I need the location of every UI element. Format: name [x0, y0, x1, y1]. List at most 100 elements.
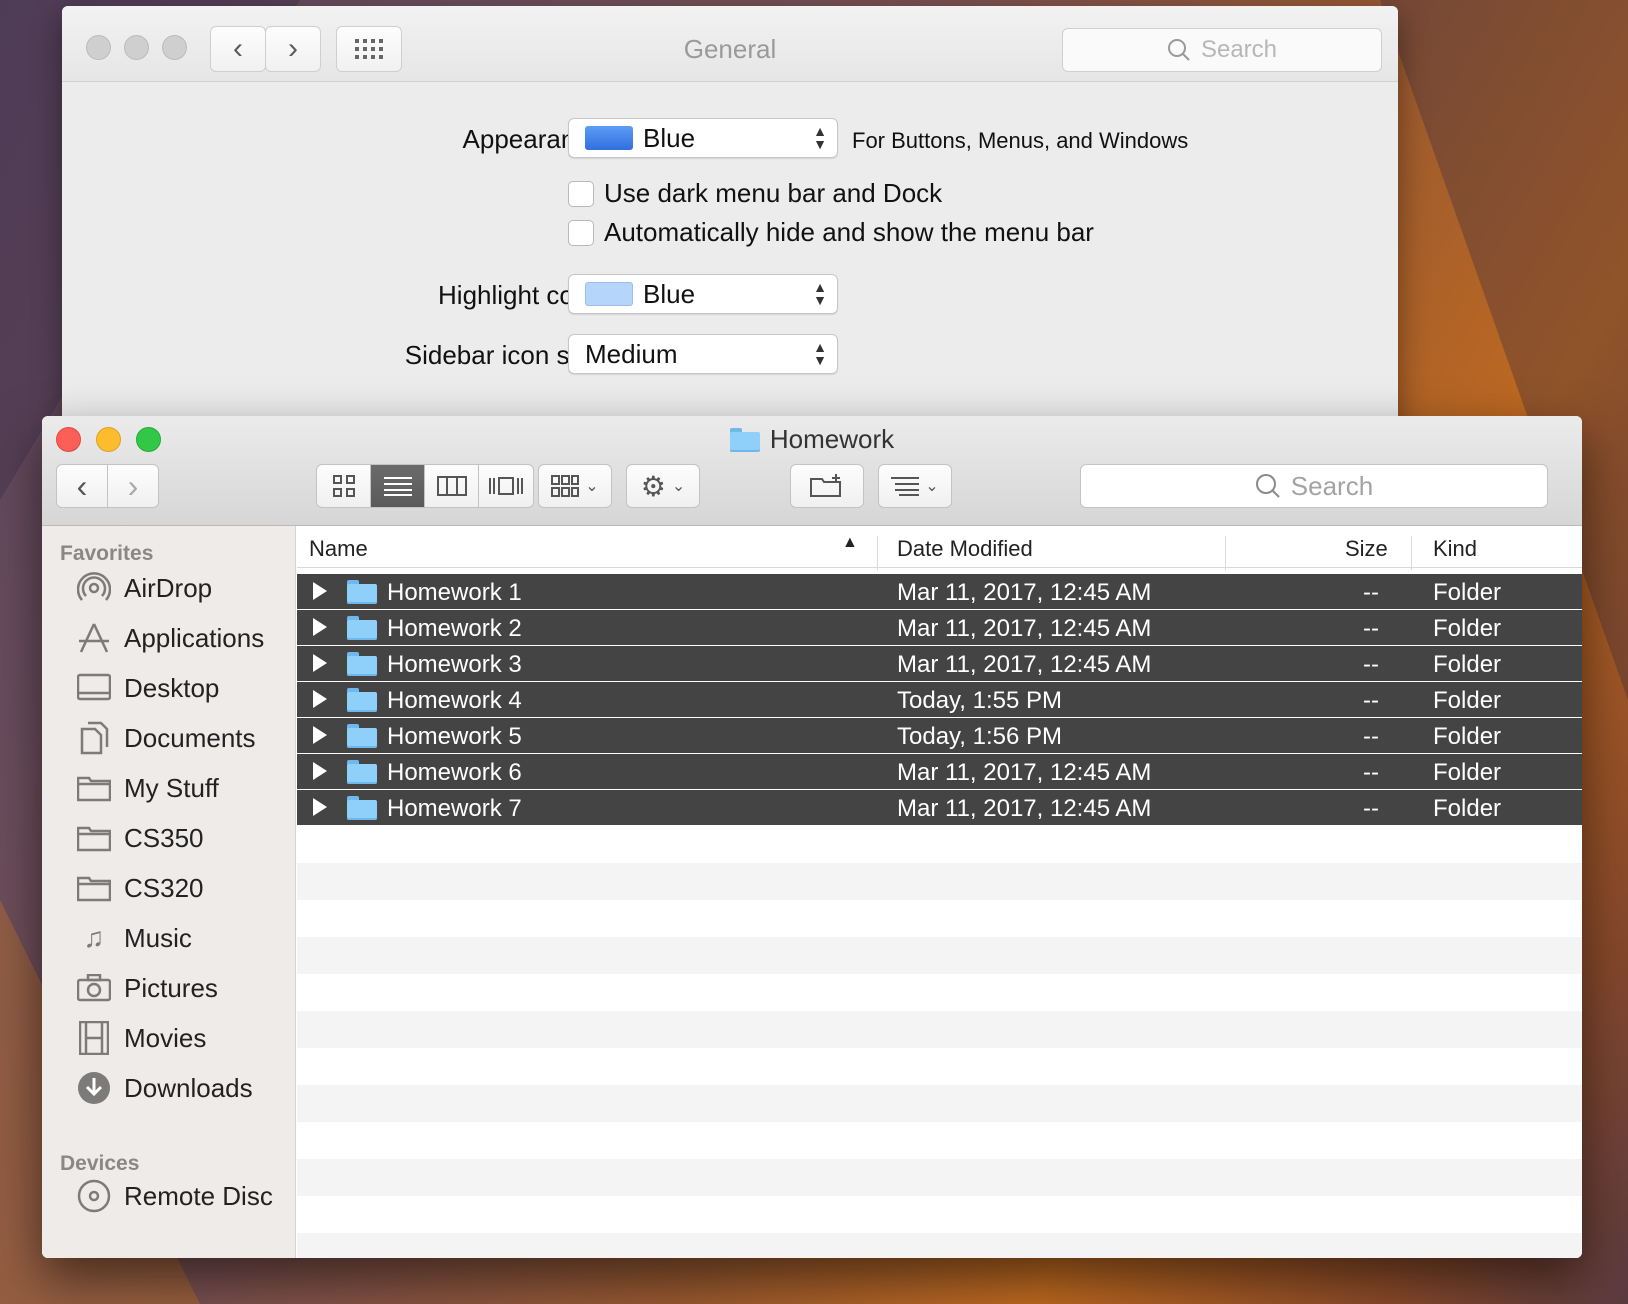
sidebar-item-applications[interactable]: Applications: [76, 618, 264, 658]
table-row[interactable]: Homework 7 Mar 11, 2017, 12:45 AM -- Fol…: [297, 790, 1582, 826]
documents-icon: [76, 721, 112, 755]
sidebar-item-label: Pictures: [124, 972, 218, 1003]
gear-icon: ⚙: [640, 470, 666, 502]
row-kind: Folder: [1433, 723, 1502, 750]
arrange-button[interactable]: ⌄: [538, 464, 612, 508]
highlight-popup[interactable]: Blue ▲ ▼: [568, 274, 838, 314]
empty-row: [297, 1122, 1582, 1159]
appearance-popup[interactable]: Blue ▲ ▼: [568, 118, 838, 158]
column-view-button[interactable]: [425, 465, 479, 507]
table-row[interactable]: Homework 1 Mar 11, 2017, 12:45 AM -- Fol…: [297, 574, 1582, 610]
sidebar-item-documents[interactable]: Documents: [76, 718, 256, 758]
empty-row: [297, 1085, 1582, 1122]
row-kind: Folder: [1433, 687, 1502, 714]
disclosure-triangle-icon[interactable]: [313, 726, 327, 744]
sidebar-item-desktop[interactable]: Desktop: [76, 668, 219, 708]
list-view-button[interactable]: [371, 465, 425, 507]
column-kind[interactable]: Kind: [1433, 536, 1477, 562]
sidebar-item-downloads[interactable]: Downloads: [76, 1068, 253, 1108]
row-size: --: [1363, 759, 1379, 786]
sidebar-item-label: Applications: [124, 622, 265, 653]
search-icon: [1255, 474, 1280, 498]
group-list-icon: [891, 477, 920, 496]
disclosure-triangle-icon[interactable]: [313, 798, 327, 816]
icon-view-button[interactable]: [317, 465, 371, 507]
action-button[interactable]: ⚙ ⌄: [626, 464, 700, 508]
folder-icon: [347, 724, 377, 755]
icon-view-icon: [332, 475, 355, 497]
sidebar-icon-size-popup[interactable]: Medium ▲ ▼: [568, 334, 838, 374]
finder-title: Homework: [42, 424, 1582, 455]
row-size: --: [1363, 795, 1379, 822]
sidebar-item-cs350[interactable]: CS350: [76, 818, 204, 858]
sidebar-item-label: CS320: [124, 872, 204, 903]
search-field[interactable]: Search: [1062, 28, 1382, 72]
dark-menu-checkbox-row[interactable]: Use dark menu bar and Dock: [568, 178, 942, 209]
table-row[interactable]: Homework 2 Mar 11, 2017, 12:45 AM -- Fol…: [297, 610, 1582, 646]
cover-flow-button[interactable]: [479, 465, 533, 507]
back-button[interactable]: ‹: [56, 464, 108, 508]
sidebar-item-airdrop[interactable]: AirDrop: [76, 568, 212, 608]
dark-menu-checkbox[interactable]: [568, 180, 594, 207]
finder-search-field[interactable]: Search: [1080, 464, 1548, 508]
folder-icon: [76, 872, 112, 904]
forward-button[interactable]: ›: [107, 464, 159, 508]
sidebar-icon-size-label: Sidebar icon size:: [404, 340, 610, 370]
desktop-icon: [76, 672, 112, 704]
view-mode-segmented[interactable]: [316, 464, 534, 508]
empty-row: [297, 826, 1582, 863]
empty-row: [297, 900, 1582, 937]
sidebar-item-my-stuff[interactable]: My Stuff: [76, 768, 219, 808]
folder-icon: [347, 796, 377, 827]
row-date: Mar 11, 2017, 12:45 AM: [897, 795, 1152, 822]
table-row[interactable]: Homework 3 Mar 11, 2017, 12:45 AM -- Fol…: [297, 646, 1582, 682]
sidebar-item-label: Remote Disc: [124, 1180, 273, 1211]
column-name[interactable]: Name: [309, 536, 368, 562]
folder-icon: [76, 772, 112, 804]
prefs-titlebar: ‹ › General Search: [62, 6, 1398, 82]
sidebar-item-label: CS350: [124, 822, 204, 853]
auto-hide-checkbox-row[interactable]: Automatically hide and show the menu bar: [568, 217, 1094, 248]
column-size[interactable]: Size: [1345, 536, 1388, 562]
folder-icon: [347, 652, 377, 683]
row-name: Homework 1: [387, 579, 522, 606]
sidebar-item-music[interactable]: ♫ Music: [76, 918, 192, 958]
sidebar-item-remote-disc[interactable]: Remote Disc: [76, 1176, 273, 1216]
row-date: Mar 11, 2017, 12:45 AM: [897, 579, 1152, 606]
sidebar-item-pictures[interactable]: Pictures: [76, 968, 218, 1008]
appearance-swatch: [585, 126, 633, 150]
disclosure-triangle-icon[interactable]: [313, 582, 327, 600]
disclosure-triangle-icon[interactable]: [313, 654, 327, 672]
search-placeholder: Search: [1200, 36, 1278, 63]
applications-icon: [76, 622, 112, 654]
finder-sidebar: Favorites AirDrop Applications Desktop D…: [42, 526, 296, 1258]
row-kind: Folder: [1433, 759, 1502, 786]
table-row[interactable]: Homework 6 Mar 11, 2017, 12:45 AM -- Fol…: [297, 754, 1582, 790]
table-row[interactable]: Homework 4 Today, 1:55 PM -- Folder: [297, 682, 1582, 718]
empty-row: [297, 1233, 1582, 1258]
row-name: Homework 7: [387, 795, 522, 822]
appearance-note: For Buttons, Menus, and Windows: [852, 128, 1189, 153]
favorites-header: Favorites: [60, 542, 154, 565]
column-view-icon: [436, 476, 467, 496]
sidebar-item-movies[interactable]: Movies: [76, 1018, 206, 1058]
row-name: Homework 4: [387, 687, 522, 714]
appearance-label: Appearance:: [462, 124, 610, 154]
finder-toolbar: Homework ‹ › ⌄ ⚙ ⌄ ⌄ Search: [42, 416, 1582, 526]
auto-hide-label: Automatically hide and show the menu bar: [604, 217, 1094, 247]
table-row[interactable]: Homework 5 Today, 1:56 PM -- Folder: [297, 718, 1582, 754]
file-rows: Homework 1 Mar 11, 2017, 12:45 AM -- Fol…: [297, 574, 1582, 1258]
finder-title-text: Homework: [769, 424, 895, 454]
sidebar-item-label: Desktop: [124, 672, 220, 703]
auto-hide-checkbox[interactable]: [568, 219, 594, 246]
disclosure-triangle-icon[interactable]: [313, 690, 327, 708]
row-name: Homework 6: [387, 759, 522, 786]
disclosure-triangle-icon[interactable]: [313, 762, 327, 780]
sidebar-item-cs320[interactable]: CS320: [76, 868, 204, 908]
new-folder-button[interactable]: [790, 464, 864, 508]
arrange-icon: [551, 475, 580, 497]
row-kind: Folder: [1433, 579, 1502, 606]
disclosure-triangle-icon[interactable]: [313, 618, 327, 636]
group-button[interactable]: ⌄: [878, 464, 952, 508]
column-date-modified[interactable]: Date Modified: [897, 536, 1033, 562]
